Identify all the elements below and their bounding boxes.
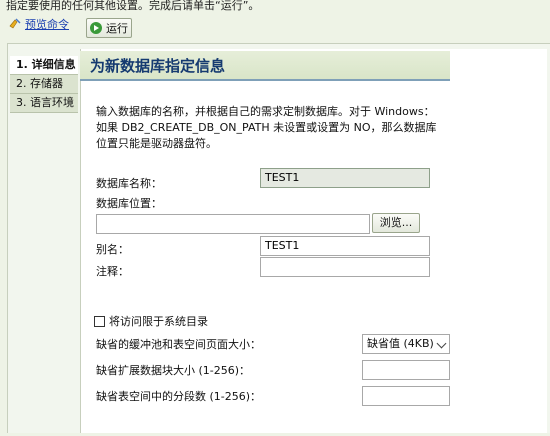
pagesize-value: 缺省值 (4KB) — [367, 337, 434, 350]
restrict-access-row: 将访问限于系统目录 — [94, 313, 208, 329]
pagesize-label: 缺省的缓冲池和表空间页面大小： — [96, 338, 261, 351]
preview-icon — [9, 18, 21, 29]
page-title: 为新数据库指定信息 — [90, 57, 226, 75]
extent-size-input[interactable] — [362, 360, 450, 380]
db-name-label: 数据库名称： — [96, 177, 162, 190]
page-header: 为新数据库指定信息 — [80, 51, 450, 81]
db-location-label: 数据库位置： — [96, 197, 162, 210]
nav-item-details[interactable]: 1. 详细信息 — [10, 56, 78, 75]
run-icon — [90, 22, 102, 34]
run-button[interactable]: 运行 — [86, 18, 132, 38]
db-location-input[interactable] — [96, 214, 370, 234]
chevron-down-icon — [436, 338, 447, 349]
alias-label: 别名： — [96, 243, 129, 256]
pagesize-select[interactable]: 缺省值 (4KB) — [362, 334, 450, 354]
extent-size-label: 缺省扩展数据块大小 (1-256)： — [96, 364, 251, 377]
db-name-input[interactable]: TEST1 — [260, 168, 430, 188]
preview-command-link[interactable]: 预览命令 — [8, 16, 69, 32]
nav-item-storage[interactable]: 2. 存储器 — [10, 75, 78, 94]
comment-label: 注释： — [96, 265, 129, 278]
preview-command-label[interactable]: 预览命令 — [25, 16, 69, 32]
comment-input[interactable] — [260, 257, 430, 277]
page-description: 输入数据库的名称，并根据自己的需求定制数据库。对于 Windows：如果 DB2… — [96, 105, 437, 150]
alias-input[interactable]: TEST1 — [260, 236, 430, 256]
browse-button[interactable]: 浏览... — [372, 213, 420, 233]
restrict-access-label: 将访问限于系统目录 — [109, 315, 208, 328]
restrict-access-checkbox[interactable] — [94, 315, 105, 327]
segments-input[interactable] — [362, 386, 450, 406]
instruction-text: 指定要使用的任何其他设置。完成后请单击“运行”。 — [6, 0, 260, 12]
run-button-label: 运行 — [106, 22, 128, 35]
wizard-nav: 1. 详细信息 2. 存储器 3. 语言环境 — [10, 56, 78, 113]
segments-label: 缺省表空间中的分段数 (1-256)： — [96, 390, 262, 403]
nav-item-locale[interactable]: 3. 语言环境 — [10, 94, 78, 113]
